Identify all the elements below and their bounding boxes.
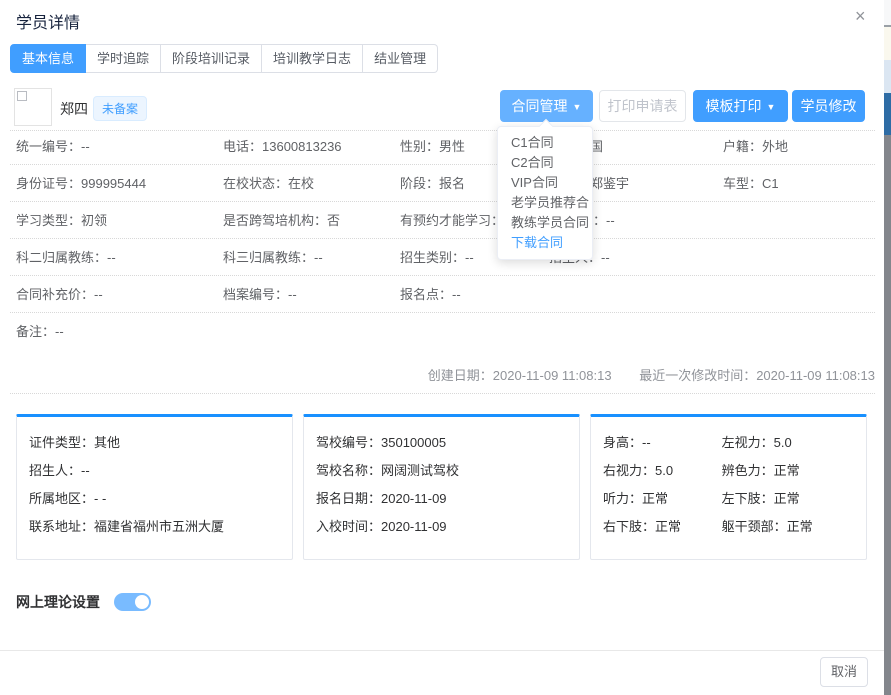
- info-row: 备注：--: [10, 313, 875, 350]
- online-theory-setting: 网上理论设置: [16, 592, 151, 612]
- field-phone: 电话：13600813236: [223, 128, 342, 165]
- field-cross-school: 是否跨驾培机构：否: [223, 202, 340, 239]
- field-unified-id: 统一编号：--: [16, 128, 90, 165]
- card-line: 招生人：--: [29, 457, 280, 485]
- field-archive-no: 档案编号：--: [223, 276, 297, 313]
- status-badge: 未备案: [93, 96, 147, 121]
- field-left-vision: 左视力：5.0: [722, 429, 792, 457]
- field-registration-point: 报名点：--: [400, 276, 461, 313]
- student-detail-modal: 学员详情 × 基本信息 学时追踪 阶段培训记录 培训教学日志 结业管理 郑四 未…: [0, 0, 884, 695]
- tab-hours-tracking[interactable]: 学时追踪: [86, 44, 161, 73]
- field-school-status: 在校状态：在校: [223, 165, 314, 202]
- broken-image-icon: [17, 91, 27, 101]
- card-line: 报名日期：2020-11-09: [316, 485, 567, 513]
- field-color-vision: 辨色力：正常: [722, 457, 800, 485]
- footer-divider: [0, 650, 884, 651]
- menu-item-old-student-referral-contract[interactable]: 老学员推荐合: [498, 193, 592, 213]
- health-info-card: 身高：-- 左视力：5.0 右视力：5.0 辨色力：正常 听力：正常 左下肢：正…: [590, 414, 867, 560]
- created-date: 创建日期：2020-11-09 11:08:13: [428, 368, 612, 383]
- background-page-strip: [884, 0, 891, 695]
- print-application-button[interactable]: 打印申请表: [599, 90, 686, 122]
- menu-item-coach-student-contract[interactable]: 教练学员合同: [498, 213, 592, 233]
- student-edit-button[interactable]: 学员修改: [792, 90, 865, 122]
- online-theory-label: 网上理论设置: [16, 592, 100, 612]
- field-trunk-neck: 躯干颈部：正常: [722, 513, 813, 541]
- page-title: 学员详情: [16, 9, 80, 33]
- field-car-type: 车型：C1: [723, 165, 779, 202]
- info-row: 合同补充价：-- 档案编号：-- 报名点：--: [10, 276, 875, 313]
- cancel-button[interactable]: 取消: [820, 657, 868, 687]
- menu-item-c2-contract[interactable]: C2合同: [498, 153, 592, 173]
- field-left-leg: 左下肢：正常: [722, 485, 800, 513]
- card-line: 听力：正常 左下肢：正常: [603, 485, 854, 513]
- field-remark: 备注：--: [16, 313, 64, 350]
- field-coach-subject2: 科二归属教练：--: [16, 239, 116, 276]
- contract-management-button[interactable]: 合同管理 ▼: [500, 90, 593, 122]
- contract-management-label: 合同管理: [512, 98, 568, 114]
- field-household: 户籍：外地: [723, 128, 788, 165]
- close-icon[interactable]: ×: [855, 7, 866, 25]
- card-line: 身高：-- 左视力：5.0: [603, 429, 854, 457]
- contract-dropdown-menu: C1合同 C2合同 VIP合同 老学员推荐合 教练学员合同 下载合同: [497, 126, 593, 260]
- field-contract-supplement: 合同补充价：--: [16, 276, 103, 313]
- tab-basic-info[interactable]: 基本信息: [10, 44, 86, 73]
- field-hearing: 听力：正常: [603, 485, 718, 513]
- field-gender: 性别：男性: [400, 128, 465, 165]
- tab-training-teaching-log[interactable]: 培训教学日志: [262, 44, 363, 73]
- card-line: 联系地址：福建省福州市五洲大厦: [29, 513, 280, 541]
- avatar: [14, 88, 52, 126]
- template-print-label: 模板打印: [706, 98, 762, 114]
- field-handler-fragment: 郑鉴宇: [590, 165, 629, 202]
- record-timestamps: 创建日期：2020-11-09 11:08:13 最近一次修改时间：2020-1…: [10, 358, 875, 394]
- info-row: 学习类型：初领 是否跨驾培机构：否 有预约才能学习： ：--: [10, 202, 875, 239]
- school-info-card: 驾校编号：350100005 驾校名称：网阔测试驾校 报名日期：2020-11-…: [303, 414, 580, 560]
- menu-item-c1-contract[interactable]: C1合同: [498, 133, 592, 153]
- last-modified-date: 最近一次修改时间：2020-11-09 11:08:13: [639, 368, 875, 383]
- tab-bar: 基本信息 学时追踪 阶段培训记录 培训教学日志 结业管理: [10, 44, 438, 73]
- student-name: 郑四: [60, 99, 88, 119]
- tab-graduation-management[interactable]: 结业管理: [363, 44, 438, 73]
- online-theory-toggle[interactable]: [114, 593, 151, 611]
- info-grid: 统一编号：-- 电话：13600813236 性别：男性 国 户籍：外地 身份证…: [0, 128, 884, 350]
- menu-item-download-contract[interactable]: 下载合同: [498, 233, 592, 253]
- field-right-leg: 右下肢：正常: [603, 513, 718, 541]
- field-learning-type: 学习类型：初领: [16, 202, 107, 239]
- chevron-down-icon: ▼: [573, 102, 582, 112]
- student-detail-screen: 学员详情 × 基本信息 学时追踪 阶段培训记录 培训教学日志 结业管理 郑四 未…: [0, 0, 891, 695]
- recruit-info-card: 证件类型：其他 招生人：-- 所属地区：- - 联系地址：福建省福州市五洲大厦: [16, 414, 293, 560]
- card-line: 入校时间：2020-11-09: [316, 513, 567, 541]
- field-height: 身高：--: [603, 429, 718, 457]
- toggle-knob: [135, 595, 149, 609]
- field-stage: 阶段：报名: [400, 165, 465, 202]
- info-row: 身份证号：999995444 在校状态：在校 阶段：报名 郑鉴宇 车型：C1: [10, 165, 875, 202]
- card-line: 右下肢：正常 躯干颈部：正常: [603, 513, 854, 541]
- card-line: 证件类型：其他: [29, 429, 280, 457]
- info-row: 统一编号：-- 电话：13600813236 性别：男性 国 户籍：外地: [10, 128, 875, 165]
- field-id-card: 身份证号：999995444: [16, 165, 146, 202]
- field-appointment-required: 有预约才能学习：: [400, 202, 504, 239]
- card-line: 右视力：5.0 辨色力：正常: [603, 457, 854, 485]
- card-line: 驾校编号：350100005: [316, 429, 567, 457]
- tab-stage-training-record[interactable]: 阶段培训记录: [161, 44, 262, 73]
- menu-item-vip-contract[interactable]: VIP合同: [498, 173, 592, 193]
- field-coach-subject3: 科三归属教练：--: [223, 239, 323, 276]
- info-row: 科二归属教练：-- 科三归属教练：-- 招生类别：-- 招生人：--: [10, 239, 875, 276]
- chevron-down-icon: ▼: [767, 102, 776, 112]
- card-line: 所属地区：- -: [29, 485, 280, 513]
- field-value-fragment: ：--: [593, 202, 615, 239]
- card-line: 驾校名称：网阔测试驾校: [316, 457, 567, 485]
- field-recruit-category: 招生类别：--: [400, 239, 474, 276]
- template-print-button[interactable]: 模板打印 ▼: [693, 90, 788, 122]
- field-right-vision: 右视力：5.0: [603, 457, 718, 485]
